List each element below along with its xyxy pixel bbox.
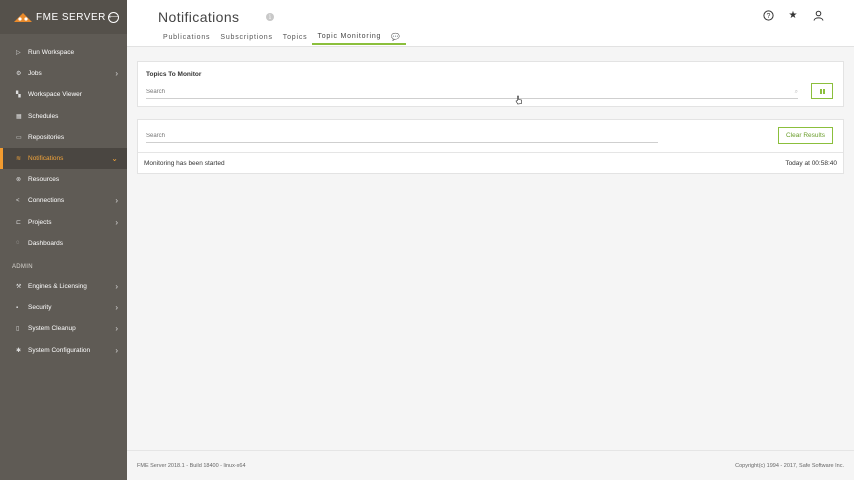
sidebar-item-run-workspace[interactable]: ▷ Run Workspace bbox=[0, 42, 127, 63]
dashboard-icon: ◌ bbox=[16, 240, 20, 247]
sidebar-item-repositories[interactable]: ▭ Repositories bbox=[0, 127, 127, 148]
share-icon: < bbox=[16, 197, 20, 204]
sidebar-item-label: Schedules bbox=[28, 112, 59, 120]
results-search bbox=[146, 129, 658, 143]
sidebar-item-label: Workspace Viewer bbox=[28, 91, 82, 99]
gear-icon: ✱ bbox=[16, 347, 22, 354]
projects-icon: ⊏ bbox=[16, 219, 22, 226]
sidebar-item-workspace-viewer[interactable]: ▚ Workspace Viewer bbox=[0, 84, 127, 105]
result-message: Monitoring has been started bbox=[144, 159, 225, 167]
svg-text:?: ? bbox=[766, 13, 770, 20]
sidebar-item-connections[interactable]: < Connections › bbox=[0, 190, 127, 211]
sidebar-item-label: Connections bbox=[28, 197, 65, 205]
cleanup-icon: ▯ bbox=[16, 326, 20, 333]
brand-name: FME SERVER bbox=[36, 11, 106, 23]
viewer-icon: ▚ bbox=[16, 92, 21, 99]
pause-monitoring-button[interactable] bbox=[811, 83, 833, 99]
page-title: Notifications bbox=[158, 9, 240, 25]
play-icon: ▷ bbox=[16, 50, 21, 57]
admin-nav: ⚒ Engines & Licensing › ▪ Security › ▯ S… bbox=[0, 276, 127, 361]
chevron-right-icon: › bbox=[115, 324, 118, 334]
help-icon[interactable]: ? bbox=[762, 9, 774, 21]
collapse-sidebar-icon[interactable]: ⟵ bbox=[108, 11, 119, 23]
engines-icon: ⚒ bbox=[16, 283, 22, 290]
search-icon: ⌕ bbox=[794, 88, 798, 95]
chevron-right-icon: › bbox=[115, 196, 118, 206]
sidebar-item-label: Security bbox=[28, 304, 52, 312]
footer-copyright: Copyright(c) 1994 - 2017, Safe Software … bbox=[735, 462, 844, 469]
sidebar-item-label: Engines & Licensing bbox=[28, 282, 87, 290]
sidebar-item-jobs[interactable]: ⚙ Jobs › bbox=[0, 63, 127, 84]
results-search-input[interactable] bbox=[146, 132, 658, 139]
sidebar-item-dashboards[interactable]: ◌ Dashboards bbox=[0, 233, 127, 254]
sidebar-item-notifications[interactable]: ≋ Notifications ⌄ bbox=[0, 147, 127, 170]
pause-icon bbox=[819, 88, 825, 94]
sidebar-item-label: Dashboards bbox=[28, 239, 64, 247]
sidebar-item-label: Projects bbox=[28, 218, 52, 226]
star-icon[interactable]: ★ bbox=[787, 9, 799, 21]
results-card: Clear Results Monitoring has been starte… bbox=[137, 119, 844, 174]
tab-publications[interactable]: Publications bbox=[158, 30, 215, 45]
main-nav: ▷ Run Workspace ⚙ Jobs › ▚ Workspace Vie… bbox=[0, 34, 127, 254]
topics-search: ⌕ bbox=[146, 86, 798, 99]
sidebar-item-label: Jobs bbox=[28, 70, 42, 78]
sidebar-item-security[interactable]: ▪ Security › bbox=[0, 297, 127, 318]
chevron-down-icon: ⌄ bbox=[111, 154, 118, 164]
main-content: Topics To Monitor ⌕ Clear Results Monito… bbox=[127, 47, 854, 450]
sidebar-item-projects[interactable]: ⊏ Projects › bbox=[0, 212, 127, 233]
page-header: Notifications i ? ★ Publications Subscri… bbox=[127, 0, 854, 47]
sidebar-item-system-configuration[interactable]: ✱ System Configuration › bbox=[0, 339, 127, 360]
calendar-icon: ▦ bbox=[16, 113, 22, 120]
admin-section-label: ADMIN bbox=[12, 263, 33, 270]
tab-subscriptions[interactable]: Subscriptions bbox=[215, 30, 277, 45]
folder-icon: ▭ bbox=[16, 134, 22, 141]
sidebar-item-label: Notifications bbox=[28, 155, 64, 163]
topics-search-input[interactable] bbox=[146, 89, 795, 95]
sidebar-item-system-cleanup[interactable]: ▯ System Cleanup › bbox=[0, 318, 127, 339]
result-time: Today at 00:58:40 bbox=[785, 159, 837, 167]
sidebar: FME SERVER ⟵ ▷ Run Workspace ⚙ Jobs › ▚ … bbox=[0, 0, 127, 480]
info-icon[interactable]: i bbox=[266, 13, 274, 21]
sidebar-item-label: System Cleanup bbox=[28, 325, 76, 333]
jobs-icon: ⚙ bbox=[16, 71, 22, 78]
table-row: Monitoring has been started Today at 00:… bbox=[138, 152, 843, 173]
chevron-right-icon: › bbox=[115, 217, 118, 227]
brand: FME SERVER ⟵ bbox=[0, 0, 127, 34]
topics-to-monitor-label: Topics To Monitor bbox=[146, 71, 202, 78]
chat-icon[interactable]: 💬 bbox=[386, 30, 406, 45]
sidebar-item-label: System Configuration bbox=[28, 346, 91, 354]
tab-topic-monitoring[interactable]: Topic Monitoring bbox=[312, 30, 387, 45]
notifications-icon: ≋ bbox=[16, 156, 22, 163]
tab-topics[interactable]: Topics bbox=[278, 30, 313, 45]
topics-monitor-card: Topics To Monitor ⌕ bbox=[137, 61, 844, 107]
hand-cursor-icon bbox=[515, 95, 523, 105]
sidebar-item-label: Run Workspace bbox=[28, 49, 75, 57]
footer-build-info: FME Server 2018.1 - Build 18400 - linux-… bbox=[137, 462, 246, 469]
sidebar-item-engines-licensing[interactable]: ⚒ Engines & Licensing › bbox=[0, 276, 127, 297]
sidebar-item-label: Resources bbox=[28, 176, 60, 184]
chevron-right-icon: › bbox=[115, 345, 118, 355]
header-icons: ? ★ bbox=[762, 9, 824, 21]
sidebar-item-label: Repositories bbox=[28, 133, 65, 141]
user-icon[interactable] bbox=[812, 9, 824, 21]
notification-tabs: Publications Subscriptions Topics Topic … bbox=[158, 30, 406, 45]
fme-logo-icon bbox=[13, 11, 33, 23]
chevron-right-icon: › bbox=[115, 69, 118, 79]
clear-results-button[interactable]: Clear Results bbox=[778, 127, 833, 144]
chevron-right-icon: › bbox=[115, 281, 118, 291]
footer: FME Server 2018.1 - Build 18400 - linux-… bbox=[127, 450, 854, 480]
chevron-right-icon: › bbox=[115, 303, 118, 313]
sidebar-item-schedules[interactable]: ▦ Schedules bbox=[0, 106, 127, 127]
resources-icon: ⊗ bbox=[16, 177, 22, 184]
sidebar-item-resources[interactable]: ⊗ Resources bbox=[0, 169, 127, 190]
lock-icon: ▪ bbox=[16, 304, 19, 311]
